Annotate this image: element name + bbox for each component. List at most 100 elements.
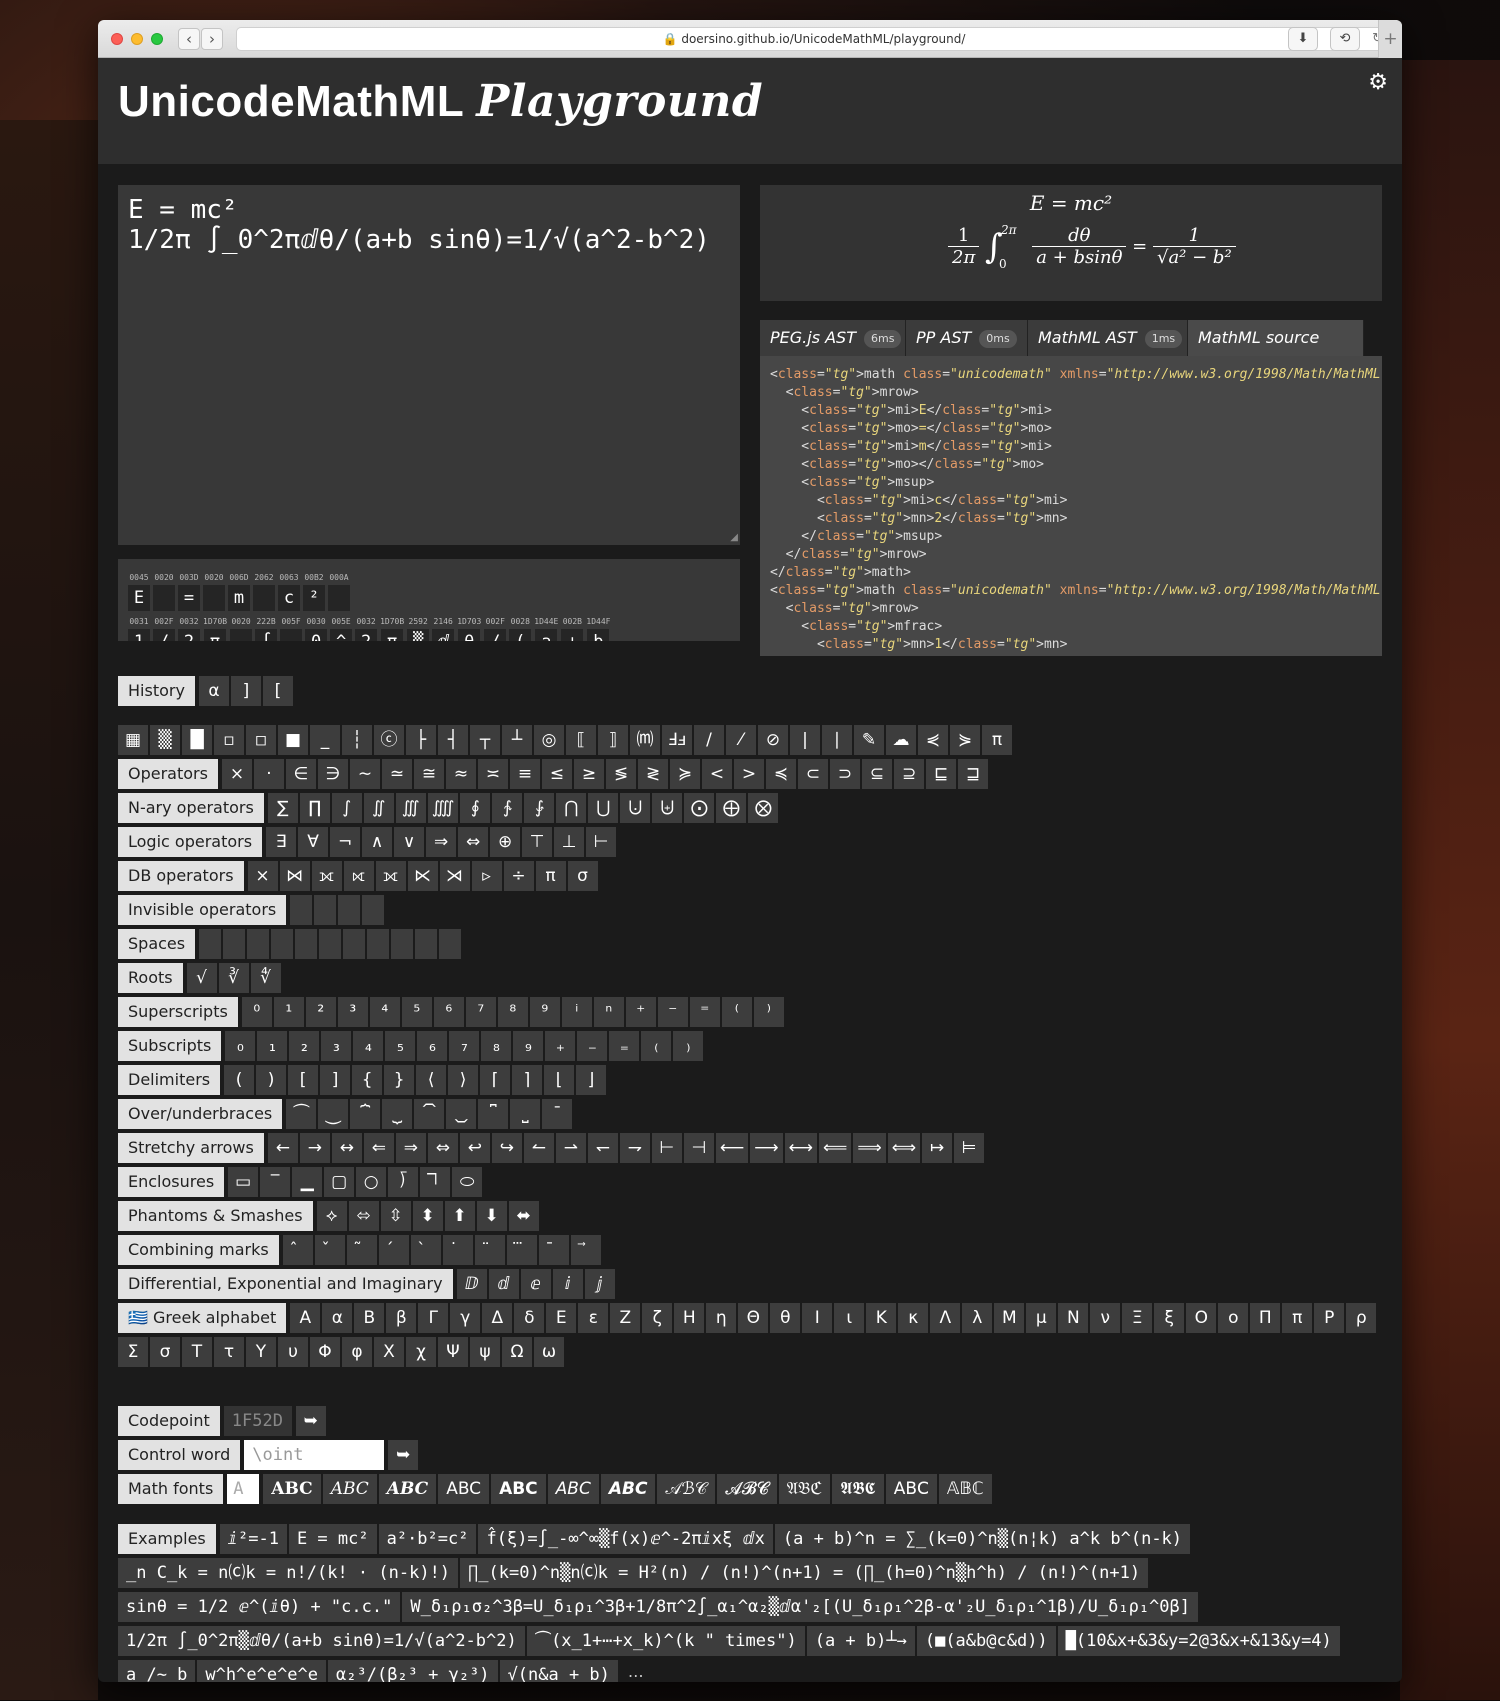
symbol-key[interactable]: █ bbox=[182, 725, 212, 755]
palette-key[interactable]: ∮ bbox=[460, 793, 491, 823]
palette-key[interactable]: μ bbox=[1026, 1303, 1057, 1333]
palette-key[interactable]: ν bbox=[1090, 1303, 1121, 1333]
palette-key[interactable]: Η bbox=[674, 1303, 705, 1333]
palette-key[interactable]: ⊒ bbox=[957, 759, 988, 789]
palette-category-button[interactable]: Phantoms & Smashes bbox=[118, 1201, 313, 1231]
palette-key[interactable]: ⁸ bbox=[497, 997, 528, 1027]
palette-key[interactable]: θ bbox=[770, 1303, 801, 1333]
palette-category-button[interactable]: Invisible operators bbox=[118, 895, 287, 925]
palette-key[interactable]: ⇁ bbox=[619, 1133, 650, 1163]
palette-key[interactable]: ⬍ bbox=[412, 1201, 443, 1231]
symbol-key[interactable]: ■ bbox=[278, 725, 308, 755]
palette-key[interactable]: ₆ bbox=[417, 1031, 448, 1061]
tab-pegjs-ast[interactable]: PEG.js AST 6ms bbox=[760, 320, 906, 356]
palette-key[interactable]: ¯ bbox=[542, 1099, 573, 1129]
palette-key[interactable]: ∨ bbox=[394, 827, 425, 857]
palette-key[interactable]: ▭ bbox=[228, 1167, 259, 1197]
palette-key[interactable]: ↽ bbox=[587, 1133, 618, 1163]
palette-key[interactable]: ≶ bbox=[605, 759, 636, 789]
palette-key[interactable]: Ι bbox=[802, 1303, 833, 1333]
palette-category-button[interactable]: Roots bbox=[118, 963, 183, 993]
address-bar[interactable]: 🔒 doersino.github.io/UnicodeMathML/playg… bbox=[236, 27, 1392, 51]
example-button[interactable]: █(10&x+&3&y=2@3&x+&13&y=4) bbox=[1057, 1626, 1340, 1656]
download-icon[interactable]: ⬇ bbox=[1288, 27, 1318, 51]
history-item[interactable]: [ bbox=[262, 676, 293, 706]
palette-category-button[interactable]: Subscripts bbox=[118, 1031, 222, 1061]
palette-key[interactable]: ̂ bbox=[282, 1235, 313, 1265]
palette-key[interactable]: ₌ bbox=[609, 1031, 640, 1061]
symbol-key[interactable]: ⓒ bbox=[374, 725, 404, 755]
palette-key[interactable]: ⊤ bbox=[522, 827, 553, 857]
example-button[interactable]: f̂(ξ)=∫_-∞^∞▒f(x)ⅇ^-2πⅈxξ ⅆx bbox=[478, 1524, 773, 1554]
palette-key[interactable]: ⌈ bbox=[480, 1065, 511, 1095]
symbol-key[interactable]: π bbox=[982, 725, 1012, 755]
palette-key[interactable]: ⊆ bbox=[861, 759, 892, 789]
palette-key[interactable]: Δ bbox=[482, 1303, 513, 1333]
palette-key[interactable]: Α bbox=[290, 1303, 321, 1333]
palette-key[interactable]: ∃ bbox=[266, 827, 297, 857]
example-button[interactable]: _n C_k = n⒞k = n!/(k! ⋅ (n-k)!) bbox=[118, 1558, 459, 1588]
palette-key[interactable]: ̇ bbox=[442, 1235, 473, 1265]
palette-key[interactable]: ⨌ bbox=[427, 793, 459, 823]
palette-key[interactable]: ⃗ bbox=[570, 1235, 601, 1265]
palette-key[interactable]: ↔ bbox=[331, 1133, 362, 1163]
history-icon[interactable]: ⟲ bbox=[1330, 27, 1360, 51]
palette-key[interactable]: Γ bbox=[418, 1303, 449, 1333]
palette-key[interactable]: ζ bbox=[642, 1303, 673, 1333]
palette-key[interactable]: ⇔ bbox=[427, 1133, 458, 1163]
example-button[interactable]: a /∼ b bbox=[118, 1660, 196, 1682]
history-button[interactable]: History bbox=[118, 676, 195, 706]
palette-key[interactable]: ⬭ bbox=[452, 1167, 483, 1197]
palette-key[interactable]: Κ bbox=[866, 1303, 897, 1333]
symbol-key[interactable]: ◎ bbox=[534, 725, 564, 755]
minimize-window-button[interactable] bbox=[131, 33, 143, 45]
palette-key[interactable]: ⇐ bbox=[363, 1133, 394, 1163]
palette-key[interactable]: ⨁ bbox=[716, 793, 747, 823]
palette-category-button[interactable]: DB operators bbox=[118, 861, 244, 891]
palette-key[interactable]: Λ bbox=[930, 1303, 961, 1333]
palette-key[interactable]: λ bbox=[962, 1303, 993, 1333]
palette-category-button[interactable]: Delimiters bbox=[118, 1065, 221, 1095]
palette-category-button[interactable]: N-ary operators bbox=[118, 793, 264, 823]
palette-key[interactable]: Θ bbox=[738, 1303, 769, 1333]
example-button[interactable]: E = mc² bbox=[288, 1524, 377, 1554]
palette-key[interactable]: ⋃ bbox=[588, 793, 619, 823]
palette-key[interactable]: · bbox=[253, 759, 284, 789]
palette-key[interactable]: ⇀ bbox=[555, 1133, 586, 1163]
palette-key[interactable]: ⌉ bbox=[512, 1065, 543, 1095]
palette-key[interactable]: ▁ bbox=[292, 1167, 323, 1197]
palette-key[interactable] bbox=[271, 929, 294, 959]
symbol-key[interactable]: | bbox=[790, 725, 820, 755]
palette-key[interactable]: ≽ bbox=[669, 759, 700, 789]
palette-key[interactable]: ⁵ bbox=[401, 997, 432, 1027]
math-font-key[interactable]: 𝓐𝓑𝓒 bbox=[717, 1474, 777, 1504]
palette-key[interactable]: × bbox=[221, 759, 252, 789]
palette-key[interactable] bbox=[319, 929, 342, 959]
palette-key[interactable]: ⊃ bbox=[829, 759, 860, 789]
palette-key[interactable]: ⏠ bbox=[414, 1099, 445, 1129]
more-examples-icon[interactable]: ⋯ bbox=[628, 1666, 644, 1683]
palette-key[interactable]: β bbox=[386, 1303, 417, 1333]
palette-key[interactable]: ⇳ bbox=[380, 1201, 411, 1231]
palette-key[interactable]: ⟌ bbox=[388, 1167, 419, 1197]
palette-category-button[interactable]: Differential, Exponential and Imaginary bbox=[118, 1269, 453, 1299]
palette-key[interactable]: ⎵ bbox=[510, 1099, 541, 1129]
palette-key[interactable]: ⇒ bbox=[395, 1133, 426, 1163]
palette-key[interactable]: Ο bbox=[1186, 1303, 1217, 1333]
symbol-key[interactable]: ☁ bbox=[886, 725, 916, 755]
palette-key[interactable]: ≃ bbox=[381, 759, 412, 789]
palette-key[interactable]: ] bbox=[320, 1065, 351, 1095]
palette-key[interactable]: ⅅ bbox=[456, 1269, 487, 1299]
example-button[interactable]: (■(a&b@c&d)) bbox=[916, 1626, 1056, 1656]
palette-key[interactable]: ≷ bbox=[637, 759, 668, 789]
codepoint-input[interactable]: 1F52D bbox=[223, 1406, 292, 1436]
palette-key[interactable]: ↦ bbox=[922, 1133, 953, 1163]
palette-key[interactable]: ⋉ bbox=[407, 861, 438, 891]
palette-key[interactable]: ⨀ bbox=[684, 793, 715, 823]
palette-key[interactable]: ⅆ bbox=[488, 1269, 519, 1299]
math-font-key[interactable]: ABC bbox=[378, 1474, 437, 1504]
palette-key[interactable]: ⊑ bbox=[925, 759, 956, 789]
palette-key[interactable]: ⟵ bbox=[715, 1133, 749, 1163]
symbol-key[interactable]: ⟦ bbox=[566, 725, 596, 755]
math-font-key[interactable]: ABC bbox=[322, 1474, 377, 1504]
